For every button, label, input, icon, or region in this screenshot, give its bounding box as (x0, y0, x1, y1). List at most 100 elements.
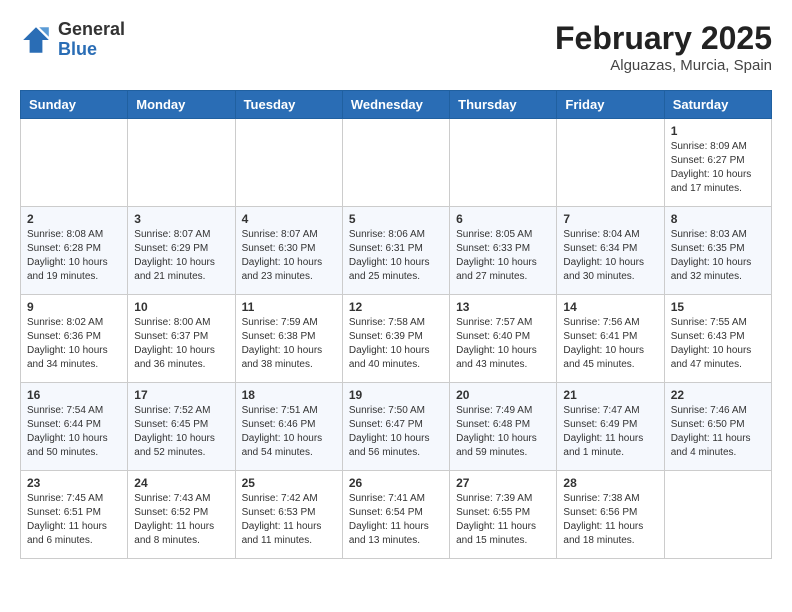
calendar-cell: 25Sunrise: 7:42 AM Sunset: 6:53 PM Dayli… (235, 471, 342, 559)
day-number: 1 (671, 124, 765, 138)
calendar-cell: 26 Sunrise: 7:41 AM Sunset: 6:54 PM Dayli… (342, 471, 449, 559)
week-row-1: 1 Sunrise: 8:09 AM Sunset: 6:27 PM Daylig… (21, 119, 772, 207)
day-number: 6 (456, 212, 550, 226)
calendar-cell: 4 Sunrise: 8:07 AM Sunset: 6:30 PM Daylig… (235, 207, 342, 295)
day-number: 8 (671, 212, 765, 226)
day-info: Sunrise: 8:02 AM Sunset: 6:36 PM Dayligh… (27, 316, 121, 372)
day-number: 25 (242, 476, 336, 490)
day-number: 17 (134, 388, 228, 402)
day-info: Sunrise: 8:06 AM Sunset: 6:31 PM Dayligh… (349, 228, 443, 284)
day-number: 23 (27, 476, 121, 490)
weekday-header-saturday: Saturday (664, 91, 771, 119)
calendar-cell (235, 119, 342, 207)
week-row-4: 16 Sunrise: 7:54 AM Sunset: 6:44 PM Dayli… (21, 383, 772, 471)
calendar-cell: 27Sunrise: 7:39 AM Sunset: 6:55 PM Dayli… (450, 471, 557, 559)
day-info: Sunrise: 7:51 AM Sunset: 6:46 PM Dayligh… (242, 404, 336, 460)
weekday-header-thursday: Thursday (450, 91, 557, 119)
calendar-cell: 22 Sunrise: 7:46 AM Sunset: 6:50 PM Dayli… (664, 383, 771, 471)
weekday-header-tuesday: Tuesday (235, 91, 342, 119)
day-number: 13 (456, 300, 550, 314)
day-info: Sunrise: 7:39 AM Sunset: 6:55 PM Dayligh… (456, 492, 550, 548)
calendar-cell: 8 Sunrise: 8:03 AM Sunset: 6:35 PM Daylig… (664, 207, 771, 295)
calendar-cell: 28 Sunrise: 7:38 AM Sunset: 6:56 PM Dayli… (557, 471, 664, 559)
day-info: Sunrise: 7:56 AM Sunset: 6:41 PM Dayligh… (563, 316, 657, 372)
day-number: 20 (456, 388, 550, 402)
day-info: Sunrise: 7:45 AM Sunset: 6:51 PM Dayligh… (27, 492, 121, 548)
calendar-cell (664, 471, 771, 559)
calendar-cell: 16 Sunrise: 7:54 AM Sunset: 6:44 PM Dayli… (21, 383, 128, 471)
weekday-header-wednesday: Wednesday (342, 91, 449, 119)
calendar-cell: 3 Sunrise: 8:07 AM Sunset: 6:29 PM Daylig… (128, 207, 235, 295)
page-header: General Blue February 2025 Alguazas, Mur… (20, 20, 772, 74)
location-subtitle: Alguazas, Murcia, Spain (555, 57, 772, 74)
day-number: 11 (242, 300, 336, 314)
day-number: 26 (349, 476, 443, 490)
day-info: Sunrise: 8:08 AM Sunset: 6:28 PM Dayligh… (27, 228, 121, 284)
day-number: 2 (27, 212, 121, 226)
day-number: 24 (134, 476, 228, 490)
day-info: Sunrise: 7:52 AM Sunset: 6:45 PM Dayligh… (134, 404, 228, 460)
weekday-header-friday: Friday (557, 91, 664, 119)
day-info: Sunrise: 7:50 AM Sunset: 6:47 PM Dayligh… (349, 404, 443, 460)
day-info: Sunrise: 7:58 AM Sunset: 6:39 PM Dayligh… (349, 316, 443, 372)
calendar-cell: 10Sunrise: 8:00 AM Sunset: 6:37 PM Dayli… (128, 295, 235, 383)
calendar-cell: 17 Sunrise: 7:52 AM Sunset: 6:45 PM Dayli… (128, 383, 235, 471)
weekday-header-row: SundayMondayTuesdayWednesdayThursdayFrid… (21, 91, 772, 119)
calendar-table: SundayMondayTuesdayWednesdayThursdayFrid… (20, 90, 772, 559)
day-info: Sunrise: 8:04 AM Sunset: 6:34 PM Dayligh… (563, 228, 657, 284)
day-info: Sunrise: 7:43 AM Sunset: 6:52 PM Dayligh… (134, 492, 228, 548)
calendar-cell: 19Sunrise: 7:50 AM Sunset: 6:47 PM Dayli… (342, 383, 449, 471)
day-number: 28 (563, 476, 657, 490)
calendar-cell: 14 Sunrise: 7:56 AM Sunset: 6:41 PM Dayli… (557, 295, 664, 383)
calendar-cell: 24 Sunrise: 7:43 AM Sunset: 6:52 PM Dayli… (128, 471, 235, 559)
calendar-cell: 1 Sunrise: 8:09 AM Sunset: 6:27 PM Daylig… (664, 119, 771, 207)
day-info: Sunrise: 7:59 AM Sunset: 6:38 PM Dayligh… (242, 316, 336, 372)
day-number: 14 (563, 300, 657, 314)
calendar-cell (21, 119, 128, 207)
calendar-cell (128, 119, 235, 207)
title-block: February 2025 Alguazas, Murcia, Spain (555, 20, 772, 74)
calendar-cell: 23 Sunrise: 7:45 AM Sunset: 6:51 PM Dayli… (21, 471, 128, 559)
day-number: 21 (563, 388, 657, 402)
day-info: Sunrise: 7:41 AM Sunset: 6:54 PM Dayligh… (349, 492, 443, 548)
day-number: 18 (242, 388, 336, 402)
day-info: Sunrise: 7:46 AM Sunset: 6:50 PM Dayligh… (671, 404, 765, 460)
day-info: Sunrise: 8:09 AM Sunset: 6:27 PM Dayligh… (671, 140, 765, 196)
day-number: 15 (671, 300, 765, 314)
week-row-5: 23 Sunrise: 7:45 AM Sunset: 6:51 PM Dayli… (21, 471, 772, 559)
month-year-title: February 2025 (555, 20, 772, 57)
logo: General Blue (20, 20, 125, 60)
calendar-cell: 12 Sunrise: 7:58 AM Sunset: 6:39 PM Dayli… (342, 295, 449, 383)
calendar-cell: 15Sunrise: 7:55 AM Sunset: 6:43 PM Dayli… (664, 295, 771, 383)
weekday-header-monday: Monday (128, 91, 235, 119)
day-number: 4 (242, 212, 336, 226)
calendar-cell (557, 119, 664, 207)
day-number: 10 (134, 300, 228, 314)
day-info: Sunrise: 7:47 AM Sunset: 6:49 PM Dayligh… (563, 404, 657, 460)
day-number: 22 (671, 388, 765, 402)
logo-icon (20, 24, 52, 56)
calendar-cell: 2 Sunrise: 8:08 AM Sunset: 6:28 PM Daylig… (21, 207, 128, 295)
calendar-cell: 13Sunrise: 7:57 AM Sunset: 6:40 PM Dayli… (450, 295, 557, 383)
calendar-cell: 5 Sunrise: 8:06 AM Sunset: 6:31 PM Daylig… (342, 207, 449, 295)
day-info: Sunrise: 7:54 AM Sunset: 6:44 PM Dayligh… (27, 404, 121, 460)
day-number: 5 (349, 212, 443, 226)
day-info: Sunrise: 8:07 AM Sunset: 6:29 PM Dayligh… (134, 228, 228, 284)
day-info: Sunrise: 8:07 AM Sunset: 6:30 PM Dayligh… (242, 228, 336, 284)
day-number: 12 (349, 300, 443, 314)
day-number: 3 (134, 212, 228, 226)
logo-general-text: General (58, 19, 125, 39)
calendar-cell: 9Sunrise: 8:02 AM Sunset: 6:36 PM Daylig… (21, 295, 128, 383)
calendar-cell: 6 Sunrise: 8:05 AM Sunset: 6:33 PM Daylig… (450, 207, 557, 295)
calendar-cell (342, 119, 449, 207)
calendar-cell: 20Sunrise: 7:49 AM Sunset: 6:48 PM Dayli… (450, 383, 557, 471)
day-number: 16 (27, 388, 121, 402)
logo-blue-text: Blue (58, 39, 97, 59)
calendar-cell (450, 119, 557, 207)
calendar-cell: 21 Sunrise: 7:47 AM Sunset: 6:49 PM Dayli… (557, 383, 664, 471)
day-info: Sunrise: 7:38 AM Sunset: 6:56 PM Dayligh… (563, 492, 657, 548)
day-info: Sunrise: 8:03 AM Sunset: 6:35 PM Dayligh… (671, 228, 765, 284)
day-info: Sunrise: 8:05 AM Sunset: 6:33 PM Dayligh… (456, 228, 550, 284)
calendar-cell: 7Sunrise: 8:04 AM Sunset: 6:34 PM Daylig… (557, 207, 664, 295)
week-row-2: 2 Sunrise: 8:08 AM Sunset: 6:28 PM Daylig… (21, 207, 772, 295)
